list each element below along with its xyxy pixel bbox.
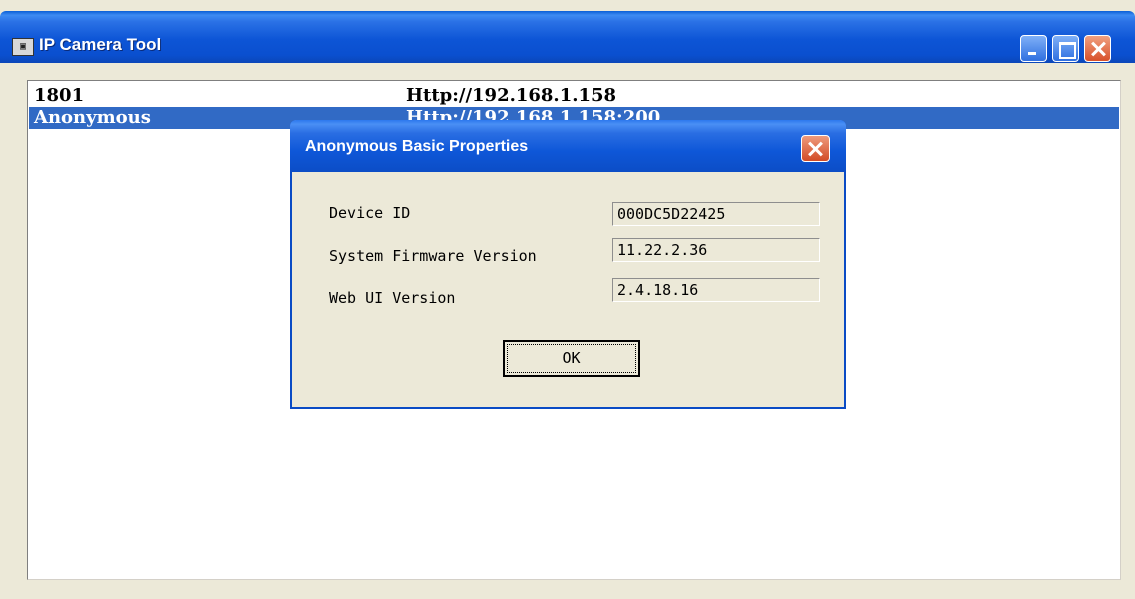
firmware-version-label: System Firmware Version	[329, 247, 537, 265]
firmware-version-field[interactable]: 11.22.2.36	[612, 238, 820, 262]
web-ui-version-field[interactable]: 2.4.18.16	[612, 278, 820, 302]
window-title: IP Camera Tool	[39, 35, 162, 54]
camera-name: 1801	[34, 85, 85, 106]
web-ui-version-label: Web UI Version	[329, 289, 456, 307]
ok-button-label: OK	[507, 344, 636, 373]
dialog-title: Anonymous Basic Properties	[305, 138, 529, 155]
minimize-icon[interactable]	[1020, 35, 1047, 62]
camera-url: Http://192.168.1.158	[406, 85, 617, 106]
camera-row[interactable]: 1801 Http://192.168.1.158	[29, 85, 1119, 107]
dialog-titlebar[interactable]: Anonymous Basic Properties	[290, 120, 846, 172]
window-titlebar[interactable]: ▣ IP Camera Tool	[0, 11, 1135, 63]
camera-name: Anonymous	[34, 107, 151, 128]
ok-button[interactable]: OK	[503, 340, 640, 377]
device-id-label: Device ID	[329, 204, 411, 222]
maximize-icon[interactable]	[1052, 35, 1079, 62]
device-id-field[interactable]: 000DC5D22425	[612, 202, 820, 226]
basic-properties-dialog: Anonymous Basic Properties Device ID 000…	[290, 120, 846, 409]
dialog-close-icon[interactable]	[801, 135, 830, 162]
camera-app-icon: ▣	[12, 38, 34, 56]
close-icon[interactable]	[1084, 35, 1111, 62]
